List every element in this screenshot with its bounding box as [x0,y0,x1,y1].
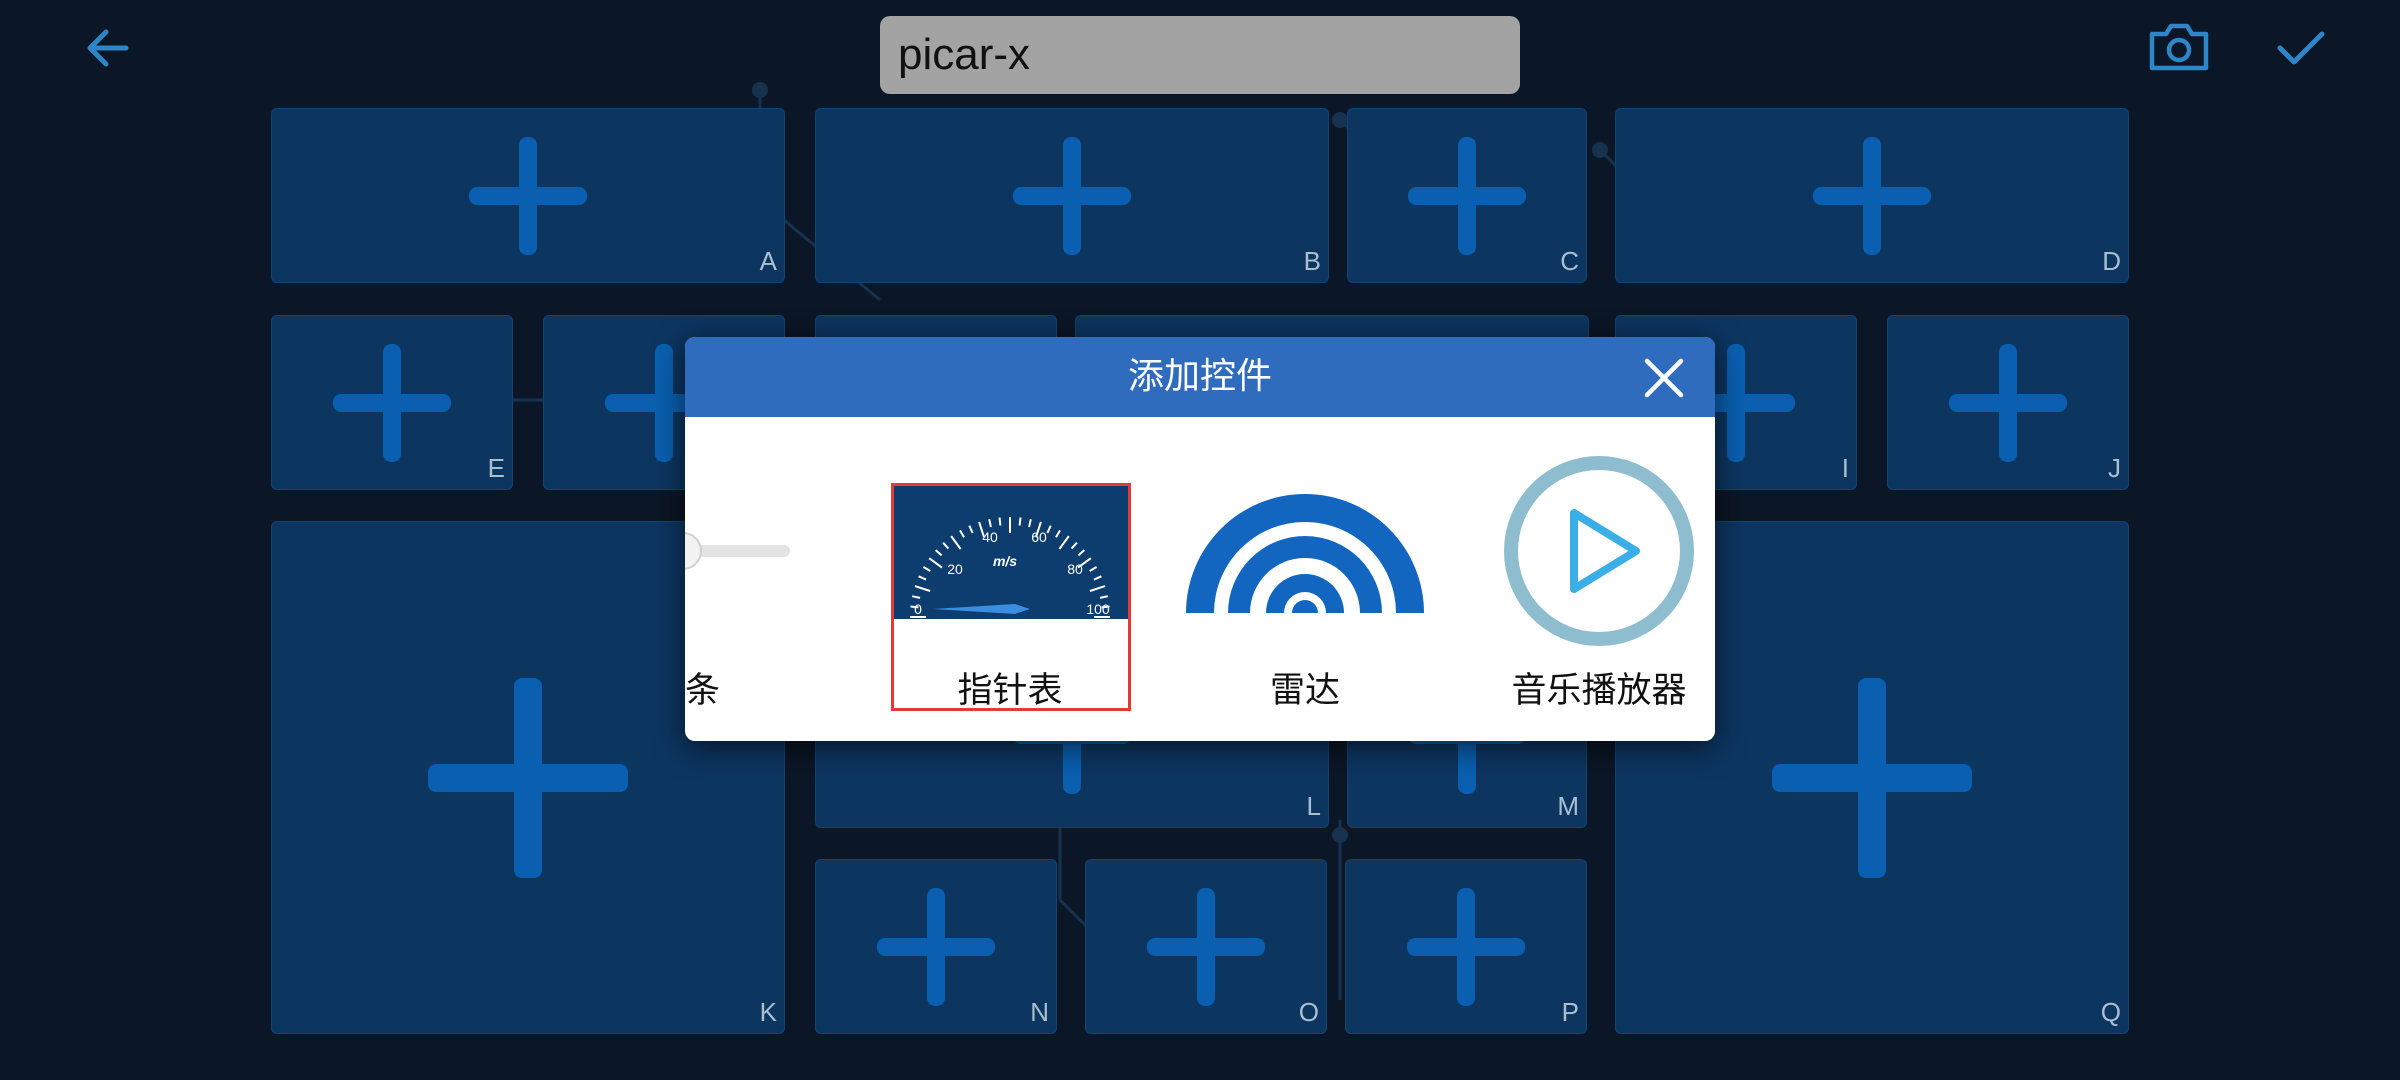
gauge-icon: m/s 0 20 40 60 80 100 [894,486,1128,619]
slot-p[interactable]: P [1345,859,1587,1034]
slot-e[interactable]: E [271,315,513,490]
gauge-tick-label: 60 [1031,529,1047,545]
slot-label: L [1306,791,1321,821]
add-icon [1772,677,1972,878]
add-icon [333,343,451,462]
slider-icon [685,532,790,570]
close-icon [1644,358,1684,398]
add-icon [428,677,628,878]
play-icon [1504,456,1694,646]
slot-a[interactable]: A [271,108,785,283]
camera-button[interactable] [2146,18,2212,76]
slot-d[interactable]: D [1615,108,2129,283]
widget-music-player[interactable]: 音乐播放器 [1474,417,1715,741]
gauge-tick-label: 20 [947,561,963,577]
gauge-tick [1018,517,1022,526]
gauge-tick-label: 80 [1067,561,1083,577]
slot-c[interactable]: C [1347,108,1587,283]
slot-label: O [1298,997,1319,1027]
widget-radar[interactable]: 雷达 [1180,417,1430,741]
add-icon [1407,887,1525,1006]
gauge-tick-label: 40 [982,529,998,545]
slot-label: B [1303,246,1321,276]
add-icon [877,887,995,1006]
widget-label: 指针表 [957,671,1063,711]
camera-icon [2149,23,2209,71]
slot-n[interactable]: N [815,859,1057,1034]
slot-label: P [1561,997,1579,1027]
slot-label: K [759,997,777,1027]
dialog-header: 添加控件 [685,337,1715,417]
add-icon [1813,136,1931,255]
controller-name-input[interactable] [880,16,1520,94]
slot-label: N [1030,997,1049,1027]
slot-label: J [2108,453,2121,483]
add-icon [1949,343,2067,462]
gauge-tick-label: 100 [1086,601,1110,617]
slot-label: Q [2100,997,2121,1027]
add-icon [1408,136,1526,255]
back-button[interactable] [78,20,138,76]
dialog-title: 添加控件 [1127,356,1272,397]
add-widget-dialog: 添加控件 滑条 m/s 0 20 [685,337,1715,741]
top-bar [0,0,2400,100]
slot-label: E [487,453,505,483]
close-button[interactable] [1643,357,1685,399]
widget-label: 雷达 [1269,671,1340,711]
slot-label: C [1560,246,1579,276]
slot-label: M [1557,791,1579,821]
add-icon [1147,887,1265,1006]
arrow-left-icon [87,29,129,67]
slot-label: I [1841,453,1849,483]
check-icon [2277,31,2325,65]
gauge-tick [998,517,1002,526]
widget-label: 音乐播放器 [1511,671,1687,711]
gauge-tick-label: 0 [914,601,922,617]
slot-label: D [2102,246,2121,276]
add-icon [469,136,587,255]
slot-j[interactable]: J [1887,315,2129,490]
widget-gauge[interactable]: m/s 0 20 40 60 80 100 指针表 [885,417,1135,741]
radar-icon [1186,494,1424,613]
confirm-button[interactable] [2268,20,2334,76]
gauge-unit: m/s [993,553,1017,569]
widget-list[interactable]: 滑条 m/s 0 20 40 60 80 100 指针表 [685,417,1715,741]
widget-label: 滑条 [685,671,720,711]
slot-o[interactable]: O [1085,859,1327,1034]
slot-label: A [759,246,777,276]
slot-b[interactable]: B [815,108,1329,283]
add-icon [1013,136,1131,255]
widget-slider[interactable]: 滑条 [685,417,810,741]
